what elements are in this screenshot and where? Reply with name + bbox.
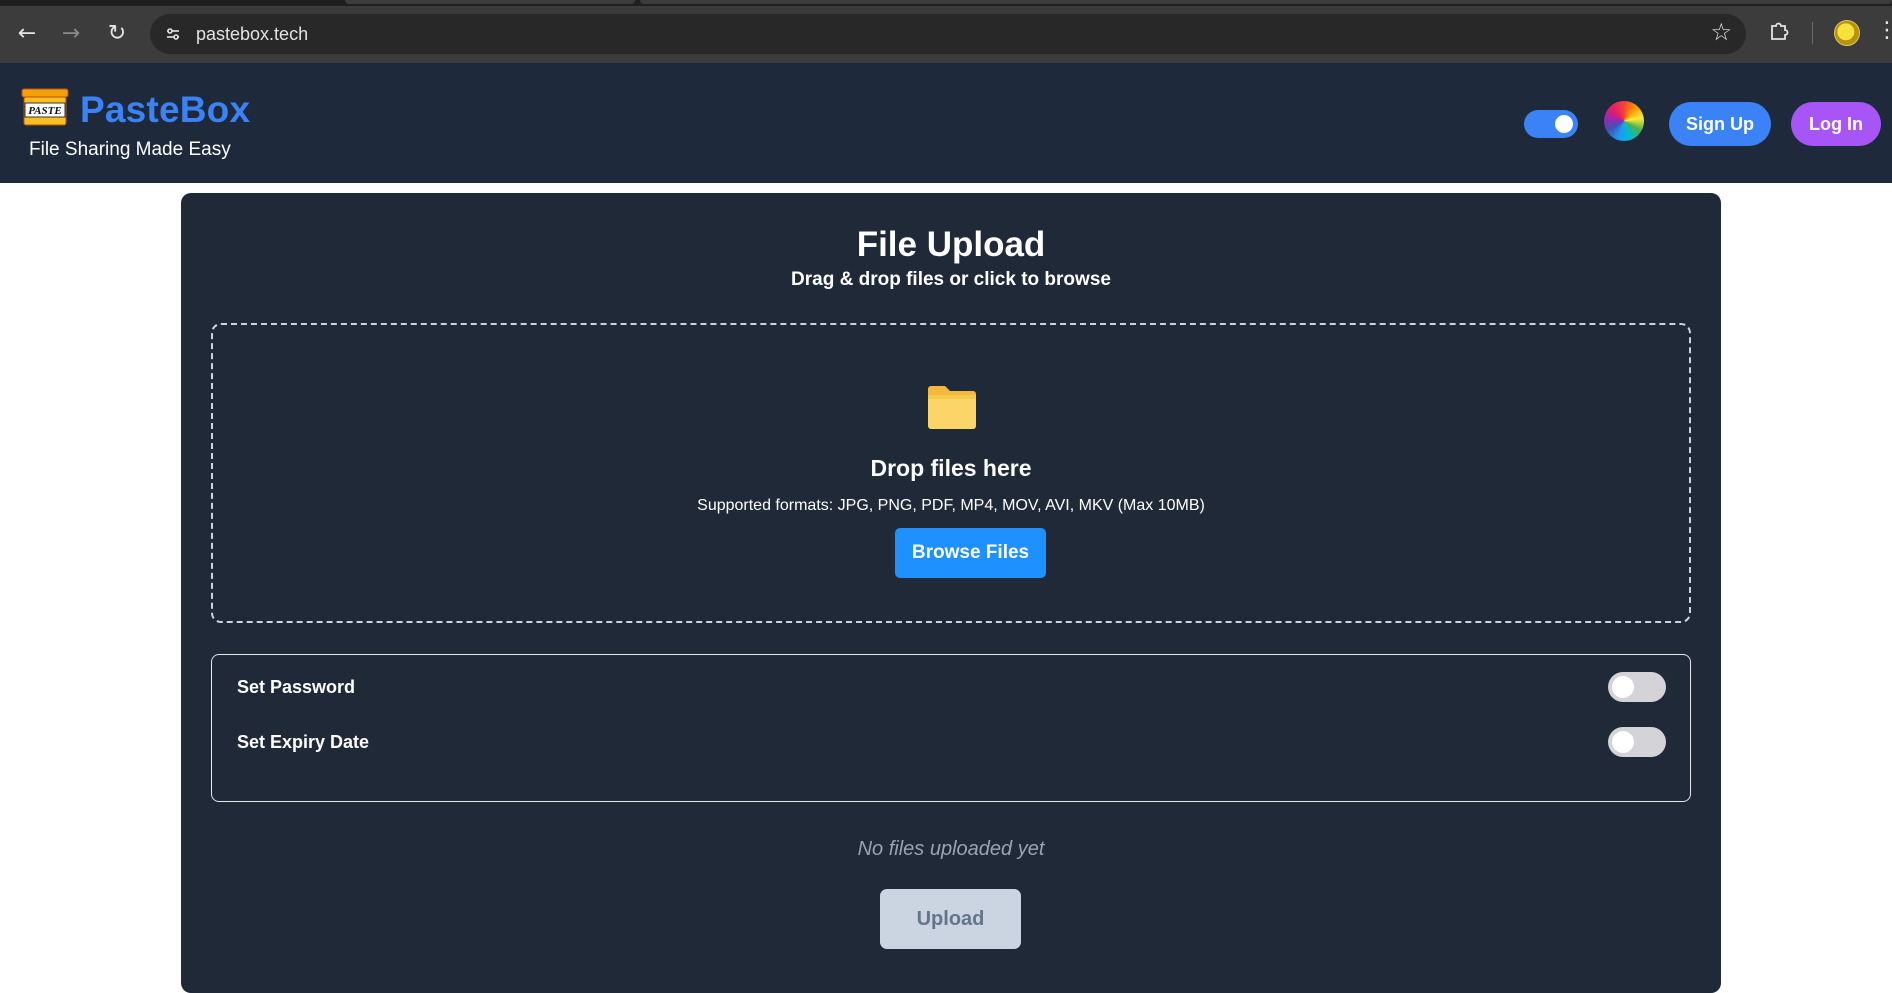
file-dropzone[interactable]: Drop files here Supported formats: JPG, … bbox=[211, 323, 1691, 623]
browser-tab[interactable] bbox=[345, 0, 635, 4]
toolbar-divider bbox=[1812, 22, 1813, 44]
browse-files-button[interactable]: Browse Files bbox=[895, 528, 1046, 578]
reload-icon[interactable]: ↻ bbox=[101, 17, 133, 49]
set-password-toggle[interactable] bbox=[1608, 672, 1666, 702]
more-icon[interactable]: ⋮ bbox=[1876, 18, 1892, 43]
tagline: File Sharing Made Easy bbox=[29, 139, 231, 160]
upload-options: Set Password Set Expiry Date bbox=[211, 654, 1691, 802]
supported-formats: Supported formats: JPG, PNG, PDF, MP4, M… bbox=[697, 497, 1205, 514]
set-expiry-date-toggle[interactable] bbox=[1608, 727, 1666, 757]
forward-arrow-icon[interactable]: → bbox=[55, 17, 87, 49]
star-icon[interactable]: ☆ bbox=[1710, 18, 1732, 46]
browser-tab[interactable] bbox=[640, 0, 1892, 4]
empty-state-text: No files uploaded yet bbox=[857, 838, 1045, 860]
toggle-knob bbox=[1555, 115, 1573, 133]
toggle-knob bbox=[1612, 731, 1634, 753]
log-in-button[interactable]: Log In bbox=[1791, 102, 1881, 146]
site-info-icon[interactable] bbox=[160, 21, 186, 47]
color-wheel-icon[interactable] bbox=[1604, 101, 1644, 141]
drop-title: Drop files here bbox=[870, 455, 1032, 481]
theme-toggle[interactable] bbox=[1524, 110, 1578, 138]
set-password-label: Set Password bbox=[237, 677, 356, 697]
page-title: File Upload bbox=[856, 225, 1046, 264]
toggle-knob bbox=[1612, 676, 1634, 698]
paste-box-logo-icon: PASTE bbox=[21, 88, 69, 126]
upload-button[interactable]: Upload bbox=[880, 889, 1021, 949]
back-arrow-icon[interactable]: ← bbox=[11, 17, 43, 49]
address-bar[interactable]: pastebox.tech ☆ bbox=[150, 14, 1746, 54]
logo-badge-text: PASTE bbox=[28, 105, 61, 117]
folder-icon bbox=[928, 386, 976, 429]
browser-toolbar: ← → ↻ pastebox.tech ☆ ⋮ bbox=[0, 0, 1892, 63]
page-subtitle: Drag & drop files or click to browse bbox=[791, 269, 1111, 290]
upload-card: File Upload Drag & drop files or click t… bbox=[181, 193, 1721, 993]
sign-up-button[interactable]: Sign Up bbox=[1669, 102, 1771, 146]
profile-avatar[interactable] bbox=[1834, 20, 1860, 46]
puzzle-icon[interactable] bbox=[1766, 18, 1792, 44]
brand-name[interactable]: PasteBox bbox=[80, 89, 250, 131]
set-expiry-date-label: Set Expiry Date bbox=[237, 732, 370, 752]
url-text[interactable]: pastebox.tech bbox=[196, 24, 308, 45]
